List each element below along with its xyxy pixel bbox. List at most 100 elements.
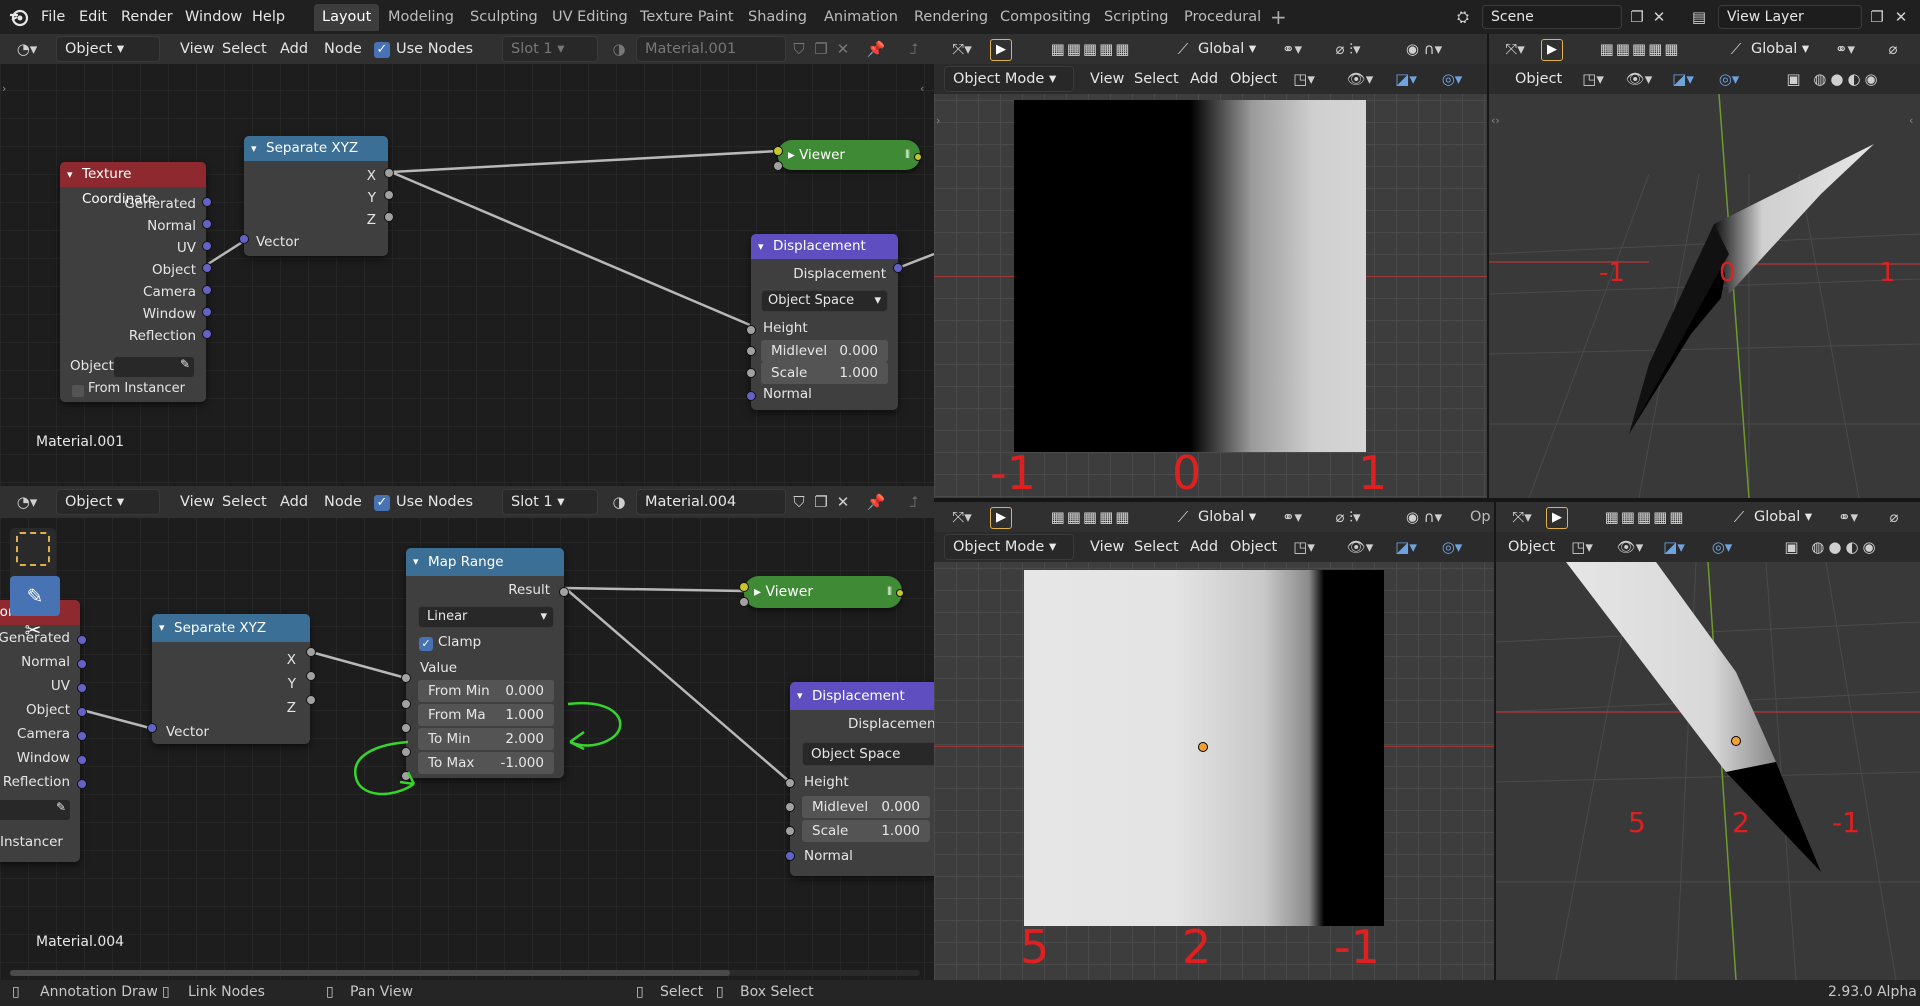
selection-mode-icons[interactable]: ▦▦▦▦▦: [1590, 504, 1700, 530]
midlevel-field[interactable]: Midlevel 0.000: [761, 340, 888, 362]
socket-viewer-in-2[interactable]: [773, 161, 783, 171]
viewport-bottom-right[interactable]: ⤧▾ ▶ ▦▦▦▦▦ ⟋ Global ▾ ⚭▾ ⌀ Object ◳▾ 👁▾ …: [1496, 502, 1920, 980]
add-menu[interactable]: Add: [1184, 66, 1224, 92]
mode-dropdown[interactable]: Object Mode ▾: [944, 534, 1074, 560]
socket-generated[interactable]: [202, 197, 212, 207]
socket-height-in[interactable]: [785, 778, 795, 788]
scale-field[interactable]: Scale 1.000: [802, 820, 930, 842]
gizmos-toggle-icon[interactable]: ◪▾: [1386, 66, 1426, 92]
toolbar-expand-icon[interactable]: ›: [936, 114, 940, 127]
tab-scripting[interactable]: Scripting: [1096, 4, 1176, 31]
selection-mode-icons[interactable]: ▦▦▦▦▦: [1585, 36, 1695, 62]
socket-displacement-out[interactable]: [893, 263, 903, 273]
gizmo-icon[interactable]: ◳▾: [1284, 534, 1324, 560]
select-menu[interactable]: Select: [1128, 534, 1185, 560]
transform-orientation-dropdown[interactable]: Global ▾: [1748, 504, 1818, 530]
socket-vector-in[interactable]: [239, 234, 249, 244]
selection-mode-icons[interactable]: ▦▦▦▦▦: [1036, 36, 1146, 62]
socket-window[interactable]: [202, 307, 212, 317]
socket-z[interactable]: [384, 212, 394, 222]
socket-viewer-out[interactable]: [914, 153, 922, 161]
transform-pivot-icon[interactable]: ⤧▾: [944, 504, 980, 530]
menu-render[interactable]: Render: [114, 4, 180, 30]
transform-pivot-icon[interactable]: ⤧▾: [1497, 36, 1533, 62]
socket-x[interactable]: [384, 168, 394, 178]
selection-mode-icons[interactable]: ▦▦▦▦▦: [1036, 504, 1146, 530]
toolbar-expand-icon[interactable]: ‹›: [1491, 114, 1500, 127]
transform-orientation-dropdown[interactable]: Global ▾: [1192, 504, 1262, 530]
scene-icon[interactable]: ⛭: [1448, 4, 1478, 30]
tab-compositing[interactable]: Compositing: [992, 4, 1099, 31]
new-view-layer-icon[interactable]: ❐: [1866, 4, 1888, 30]
pivot-point-icon[interactable]: ⚭▾: [1830, 504, 1866, 530]
orientation-icon[interactable]: ⟋: [1174, 36, 1192, 62]
delete-view-layer-icon[interactable]: ✕: [1890, 4, 1912, 30]
viewport-bottom-left[interactable]: ⤧▾ ▶ ▦▦▦▦▦ ⟋ Global ▾ ⚭▾ ⌀ ⫶▾ ◉ ∩▾ Op Ob…: [934, 502, 1494, 980]
snap-icon[interactable]: ⌀: [1874, 504, 1914, 530]
pivot-point-icon[interactable]: ⚭▾: [1827, 36, 1863, 62]
horizontal-scrollbar[interactable]: [10, 970, 920, 976]
gizmos-toggle-icon[interactable]: ◪▾: [1663, 66, 1703, 92]
object-menu[interactable]: Object: [1224, 66, 1283, 92]
tab-rendering[interactable]: Rendering: [906, 4, 996, 31]
visibility-icon[interactable]: 👁▾: [1619, 66, 1659, 92]
gizmo-icon[interactable]: ◳▾: [1562, 534, 1602, 560]
gizmos-toggle-icon[interactable]: ◪▾: [1654, 534, 1694, 560]
orientation-icon[interactable]: ⟋: [1727, 36, 1745, 62]
socket-viewer-out[interactable]: [896, 589, 904, 597]
tab-layout[interactable]: Layout: [314, 4, 380, 31]
delete-scene-icon[interactable]: ✕: [1648, 4, 1670, 30]
mode-dropdown[interactable]: Object Mode ▾: [944, 66, 1074, 92]
socket-scale-in[interactable]: [785, 826, 795, 836]
new-scene-icon[interactable]: ❐: [1626, 4, 1648, 30]
overlays-toggle-icon[interactable]: ◎▾: [1432, 534, 1472, 560]
visibility-icon[interactable]: 👁▾: [1610, 534, 1650, 560]
tab-animation[interactable]: Animation: [816, 4, 906, 31]
viewer-node[interactable]: ▸ Viewer ⦀: [778, 140, 920, 170]
select-tool-icon[interactable]: ▶: [1546, 507, 1568, 529]
menu-help[interactable]: Help: [245, 4, 292, 30]
socket-viewer-in[interactable]: [773, 146, 783, 156]
view-menu[interactable]: View: [1084, 534, 1130, 560]
node-editor-top[interactable]: ◔▾ Object ▾ View Select Add Node ✓ Use N…: [0, 34, 934, 494]
select-menu[interactable]: Select: [1128, 66, 1185, 92]
menu-file[interactable]: File: [34, 4, 72, 30]
object-menu[interactable]: Object: [1502, 534, 1561, 560]
object-origin-dot[interactable]: [1731, 736, 1741, 746]
shading-mode-icons[interactable]: ▣ ◍●◐◉: [1752, 534, 1912, 560]
sidebar-expand-icon[interactable]: ‹: [1909, 114, 1913, 127]
select-tool-icon[interactable]: ▶: [990, 39, 1012, 61]
snap-icon[interactable]: ⌀ ⫶▾: [1318, 504, 1378, 530]
separate-xyz-node[interactable]: Separate XYZ X Y Z Vector: [244, 136, 388, 256]
select-tool-icon[interactable]: ▶: [990, 507, 1012, 529]
tab-texture-paint[interactable]: Texture Paint: [632, 4, 742, 31]
displacement-node[interactable]: Displacement Displacemen Object Space He…: [790, 682, 934, 876]
from-instancer-checkbox[interactable]: [72, 385, 84, 397]
menu-window[interactable]: Window: [178, 4, 249, 30]
transform-orientation-dropdown[interactable]: Global ▾: [1192, 36, 1262, 62]
overlays-toggle-icon[interactable]: ◎▾: [1709, 66, 1749, 92]
viewport-top-left[interactable]: ⤧▾ ▶ ▦▦▦▦▦ ⟋ Global ▾ ⚭▾ ⌀ ⫶▾ ◉ ∩▾ Objec…: [934, 34, 1487, 498]
shading-mode-icons[interactable]: ▣ ◍●◐◉: [1759, 66, 1909, 92]
add-menu[interactable]: Add: [1184, 534, 1224, 560]
pivot-point-icon[interactable]: ⚭▾: [1274, 504, 1310, 530]
texture-coordinate-node[interactable]: Texture Coordinate Generated Normal UV O…: [60, 162, 206, 402]
socket-y[interactable]: [384, 190, 394, 200]
blender-logo-icon[interactable]: [8, 6, 30, 28]
node-editor-bottom[interactable]: ◔▾ Object ▾ View Select Add Node ✓ Use N…: [0, 486, 934, 980]
object-menu[interactable]: Object: [1224, 534, 1283, 560]
transform-pivot-icon[interactable]: ⤧▾: [1504, 504, 1540, 530]
snap-icon[interactable]: ⌀ ⫶▾: [1318, 36, 1378, 62]
options-menu[interactable]: Op: [1464, 504, 1494, 530]
socket-normal[interactable]: [202, 219, 212, 229]
gizmos-toggle-icon[interactable]: ◪▾: [1386, 534, 1426, 560]
snap-icon[interactable]: ⌀: [1873, 36, 1913, 62]
proportional-edit-icon[interactable]: ◉ ∩▾: [1394, 36, 1454, 62]
visibility-icon[interactable]: 👁▾: [1340, 66, 1380, 92]
eyedropper-icon[interactable]: ✎: [180, 357, 190, 371]
socket-midlevel-in[interactable]: [746, 346, 756, 356]
socket-viewer-in[interactable]: [739, 582, 749, 592]
socket-scale-in[interactable]: [746, 368, 756, 378]
space-dropdown[interactable]: Object Space ▾: [761, 290, 888, 312]
tab-uv-editing[interactable]: UV Editing: [544, 4, 636, 31]
